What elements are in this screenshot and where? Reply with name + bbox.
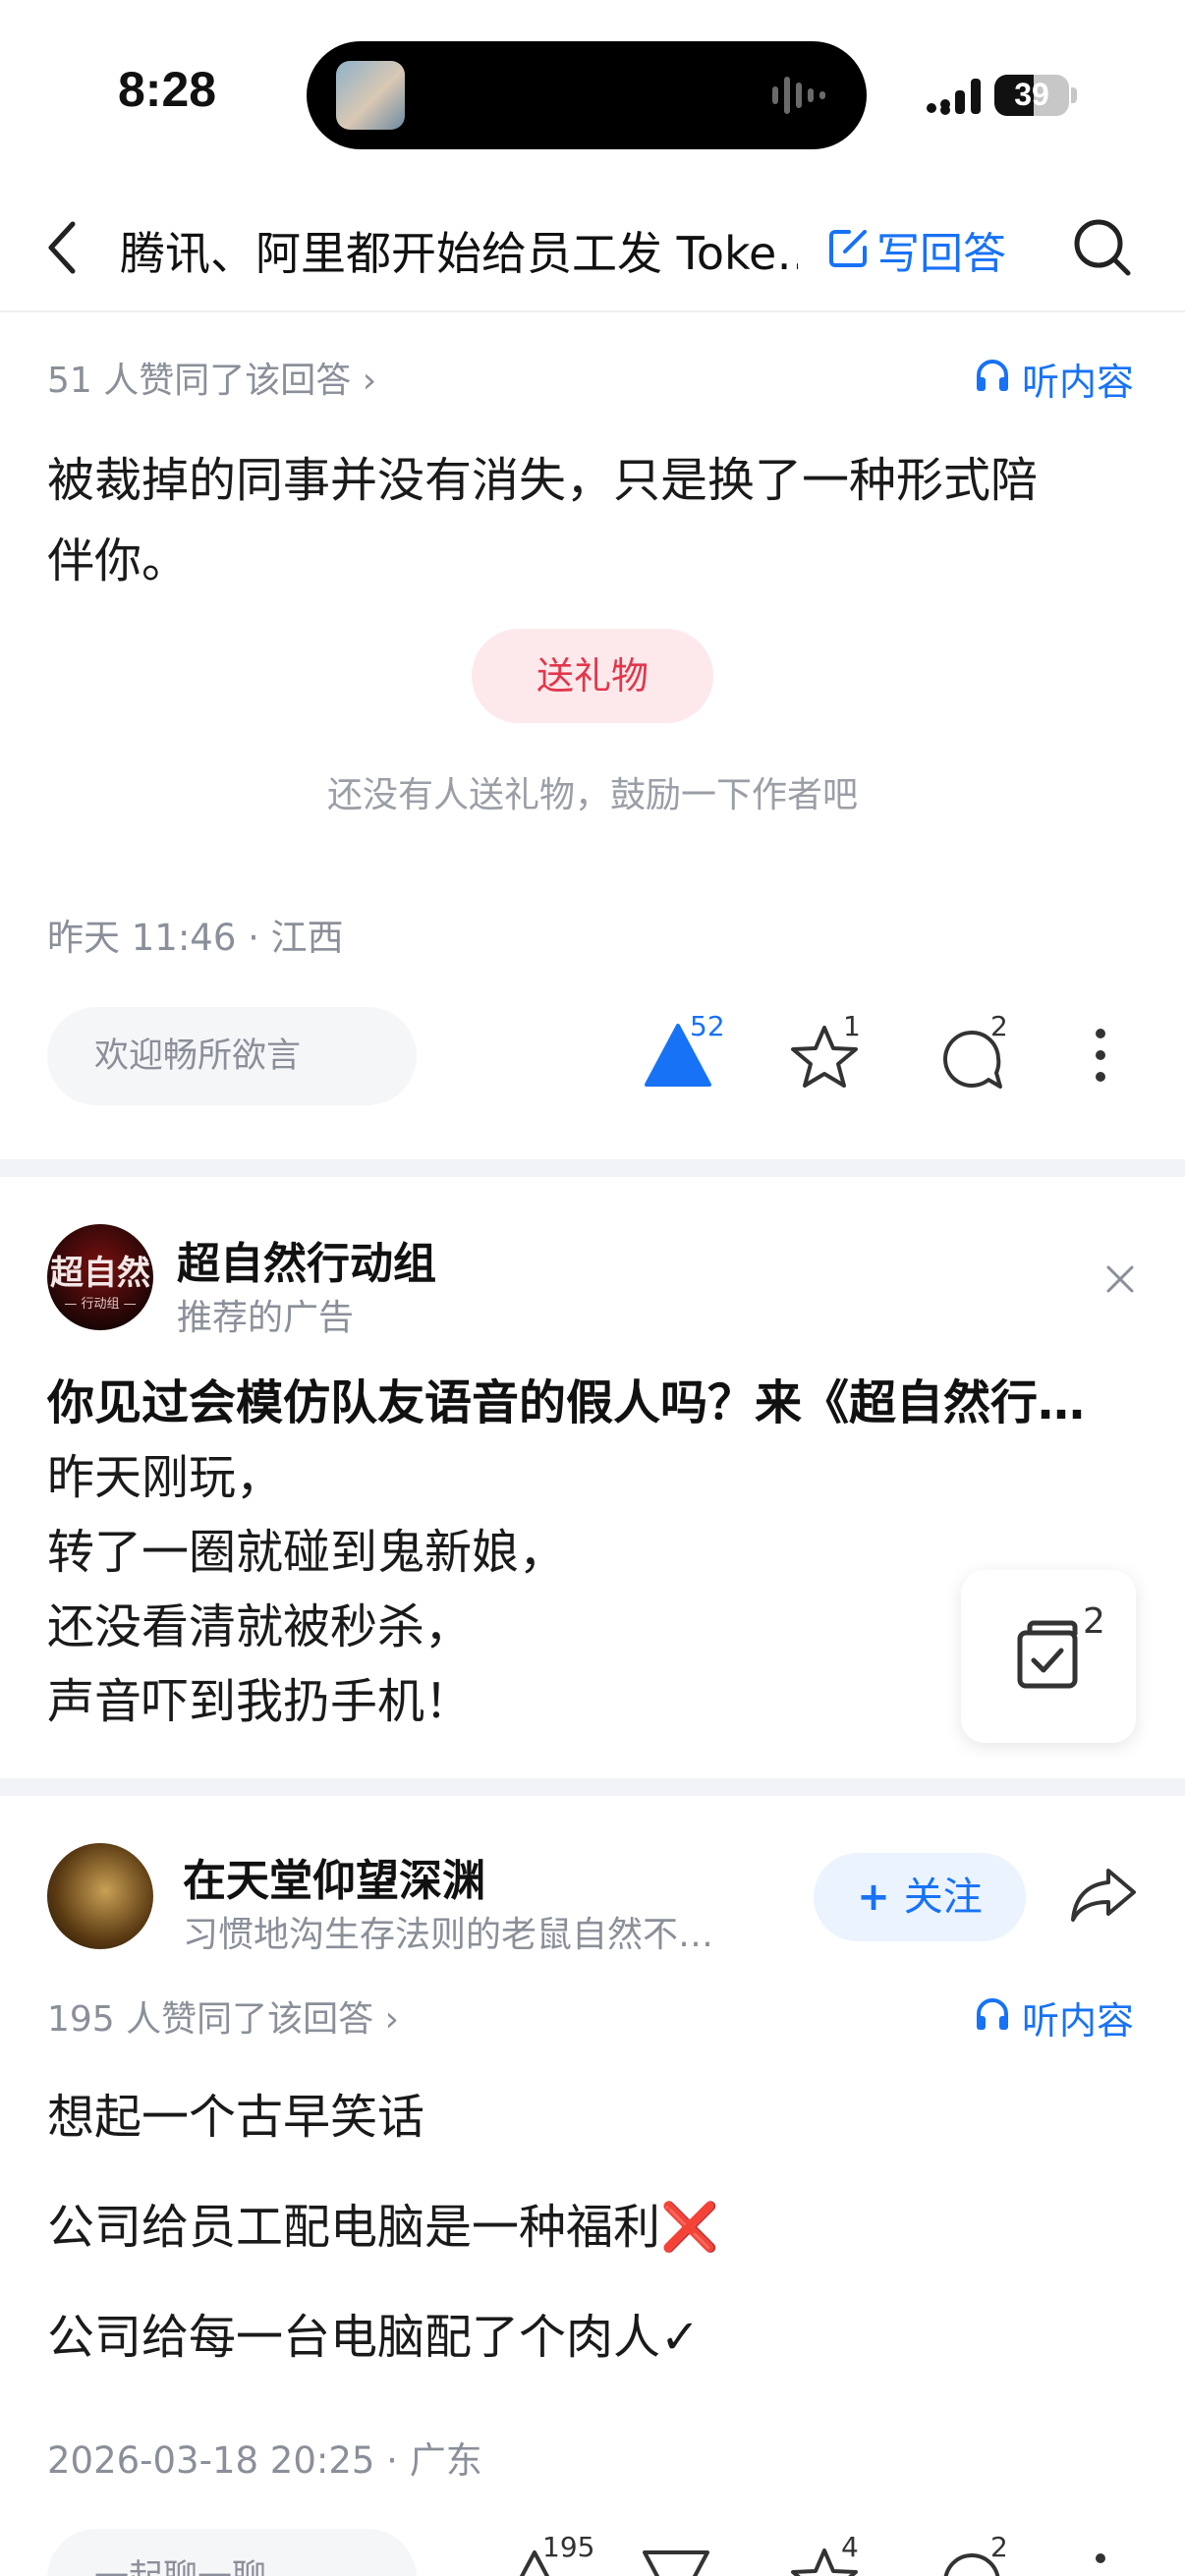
answer-meta: 2026-03-18 20:25 · 广东 [47,2439,482,2482]
search-icon[interactable] [1071,216,1134,279]
back-arrow-icon[interactable] [43,220,83,275]
ad-text-line: 还没看清就被秒杀， [47,1599,473,1654]
comment-input[interactable]: 一起聊一聊 [47,2529,417,2576]
status-time: 8:28 [118,62,217,117]
author-name[interactable]: 在天堂仰望深渊 [183,1845,485,1908]
ad-text-line: 转了一圈就碰到鬼新娘， [47,1525,567,1580]
answer-likes-summary[interactable]: 51 人赞同了该回答 › [47,352,376,403]
comment-count: 2 [990,1010,1008,1042]
listen-content-button[interactable]: 听内容 [1022,1990,1134,2044]
close-icon[interactable] [1104,1263,1136,1295]
advertiser-logo-text: 超自然 [50,1254,150,1293]
answer-text-line: 被裁掉的同事并没有消失，只是换了一种形式陪 [47,453,1039,508]
follow-button[interactable]: + 关注 [814,1853,1026,1941]
ad-text-line: 声音吓到我扔手机！ [47,1674,473,1729]
audio-wave-icon [772,77,825,114]
downvote-icon[interactable] [643,2548,709,2576]
nav-divider [0,310,1185,312]
ad-title[interactable]: 你见过会模仿队友语音的假人吗？来《超自然行… [47,1364,1138,1432]
section-gap [0,1778,1185,1796]
more-options-icon[interactable] [1091,2550,1110,2576]
send-gift-button[interactable]: 送礼物 [472,629,713,723]
advertiser-logo-subtext: — 行动组 — [64,1297,137,1312]
answer-meta: 昨天 11:46 · 江西 [47,917,344,959]
battery-icon: 39 [994,75,1069,116]
headphones-icon[interactable] [973,356,1012,395]
cellular-signal-icon [927,79,981,115]
write-answer-button[interactable]: 写回答 [876,218,1006,281]
advertiser-avatar[interactable]: 超自然 — 行动组 — [47,1224,153,1330]
gift-hint: 还没有人送礼物，鼓励一下作者吧 [326,775,858,815]
favorite-count: 1 [843,1010,861,1042]
edit-icon[interactable] [827,226,871,269]
checklist-icon [1017,1620,1078,1689]
favorite-count: 4 [841,2531,859,2563]
author-avatar[interactable] [47,1843,153,1949]
author-bio: 习惯地沟生存法则的老鼠自然不… [183,1915,714,1955]
task-badge-count: 2 [1083,1601,1105,1642]
answer-text-line: 想起一个古早笑话 [47,2090,425,2145]
listen-content-button[interactable]: 听内容 [1022,352,1134,406]
comment-input[interactable]: 欢迎畅所欲言 [47,1007,417,1105]
answer-text-line: 伴你。 [47,533,190,588]
advertiser-name[interactable]: 超自然行动组 [177,1228,436,1291]
battery-percentage: 39 [1014,77,1049,112]
more-options-icon[interactable] [1091,1026,1110,1085]
share-icon[interactable] [1069,1867,1138,1924]
floating-task-card[interactable]: 2 [961,1570,1136,1743]
answer-text-line: 公司给每一台电脑配了个肉人✓ [47,2310,701,2365]
now-playing-thumbnail [336,61,405,130]
question-title[interactable]: 腾讯、阿里都开始给员工发 Toke… [120,218,798,283]
plus-icon: + [857,1875,904,1920]
dynamic-island[interactable] [307,41,867,149]
upvote-count: 52 [690,1010,725,1042]
ad-label: 推荐的广告 [177,1298,355,1338]
battery-tip [1071,87,1077,103]
follow-label: 关注 [903,1875,983,1920]
section-gap [0,1159,1185,1177]
comment-count: 2 [990,2531,1008,2563]
answer-likes-summary[interactable]: 195 人赞同了该回答 › [47,1990,399,2042]
cross-mark-icon: ❌ [660,2200,719,2255]
headphones-icon[interactable] [973,1994,1012,2034]
answer-text-line: 公司给员工配电脑是一种福利❌ [47,2200,719,2255]
ad-text-line: 昨天刚玩， [47,1450,284,1505]
upvote-count: 195 [542,2531,595,2563]
